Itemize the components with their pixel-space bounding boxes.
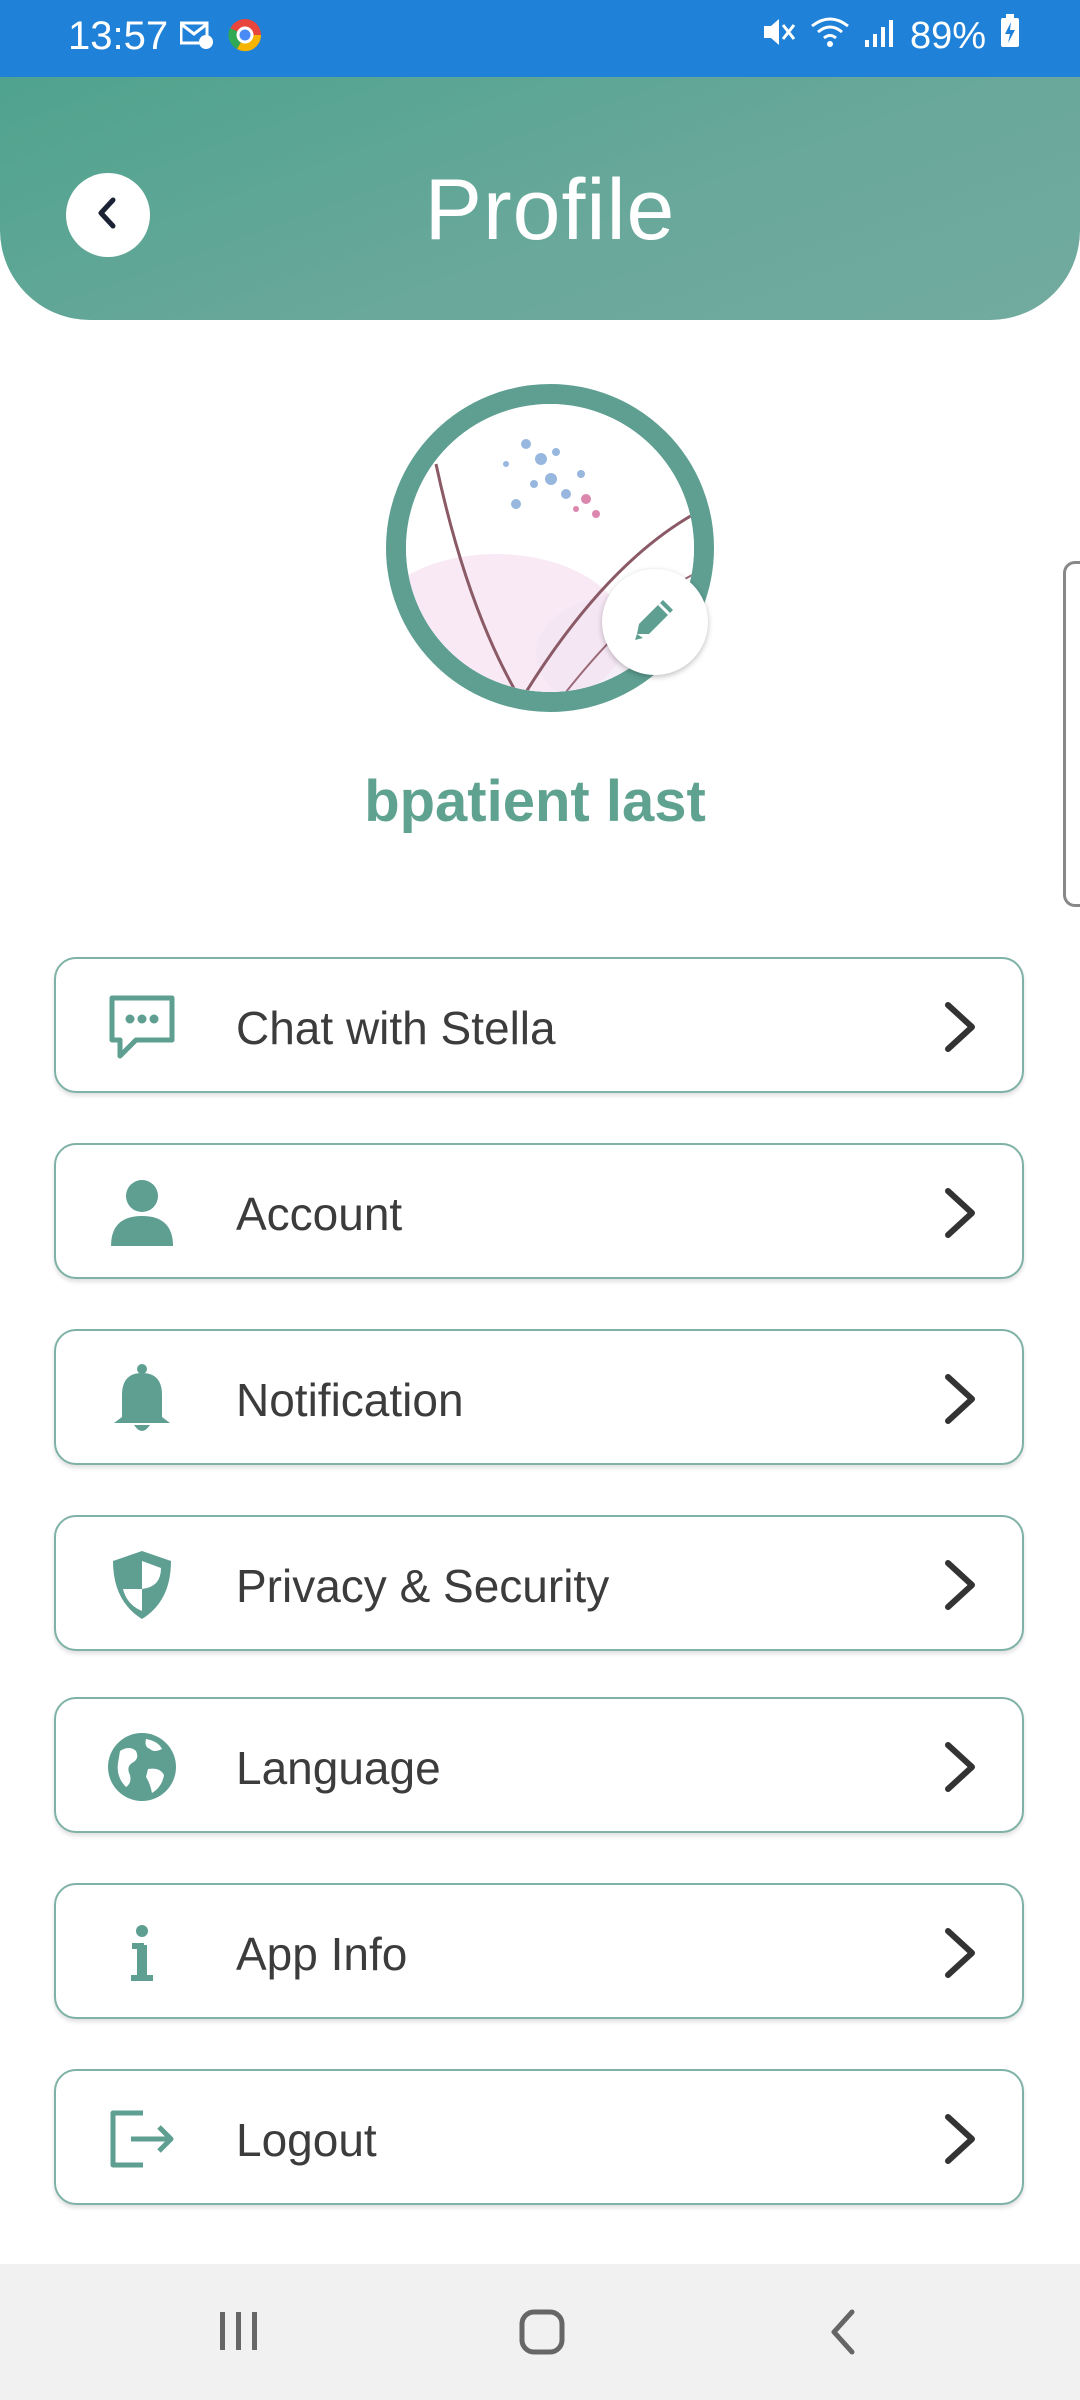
mute-icon [762,15,796,58]
edit-avatar-button[interactable] [602,569,708,675]
back-nav-icon [831,2309,855,2355]
menu-item-label: App Info [236,1928,408,1980]
menu-item-logout[interactable]: Logout [54,2069,1024,2205]
menu-item-label: Logout [236,2114,377,2166]
menu-item-language[interactable]: Language [54,1697,1024,1833]
page-title: Profile [424,162,676,258]
chevron-right-icon [942,1185,978,1241]
chevron-right-icon [942,1371,978,1427]
username: bpatient last [364,769,706,834]
system-nav-bar [0,2264,1080,2400]
menu-item-privacy[interactable]: Privacy & Security [54,1515,1024,1651]
logout-icon [106,2103,178,2175]
menu-item-label: Account [236,1188,403,1240]
chevron-right-icon [942,1557,978,1613]
globe-icon [106,1731,178,1803]
home-icon [519,2309,565,2355]
bell-icon [106,1363,178,1435]
status-time: 13:57 [68,14,169,58]
shield-icon [106,1549,178,1621]
menu-item-label: Privacy & Security [236,1560,610,1612]
mail-settings-icon [179,20,214,55]
chat-icon [106,991,178,1063]
wifi-icon [810,15,850,58]
menu-item-notification[interactable]: Notification [54,1329,1024,1465]
menu-item-label: Chat with Stella [236,1002,556,1054]
recents-button[interactable] [216,2308,262,2359]
pencil-icon [629,594,681,651]
battery-percent: 89% [909,14,986,57]
back-nav-button[interactable] [826,2308,862,2361]
chevron-right-icon [942,2111,978,2167]
home-button[interactable] [518,2308,566,2361]
chevron-right-icon [942,999,978,1055]
menu-item-account[interactable]: Account [54,1143,1024,1279]
info-icon [106,1917,178,1989]
recents-icon [220,2312,257,2350]
status-bar: 13:57 89% [0,0,1080,77]
chevron-right-icon [942,1739,978,1795]
chrome-icon [228,18,262,57]
chevron-right-icon [942,1925,978,1981]
signal-icon [864,15,896,58]
header: Profile [0,77,1080,320]
person-icon [106,1177,178,1249]
edge-panel-handle[interactable] [1063,561,1080,907]
battery-charging-icon [1000,14,1020,58]
menu-item-chat[interactable]: Chat with Stella [54,957,1024,1093]
menu-item-app-info[interactable]: App Info [54,1883,1024,2019]
menu-item-label: Language [236,1742,441,1794]
menu-item-label: Notification [236,1374,464,1426]
